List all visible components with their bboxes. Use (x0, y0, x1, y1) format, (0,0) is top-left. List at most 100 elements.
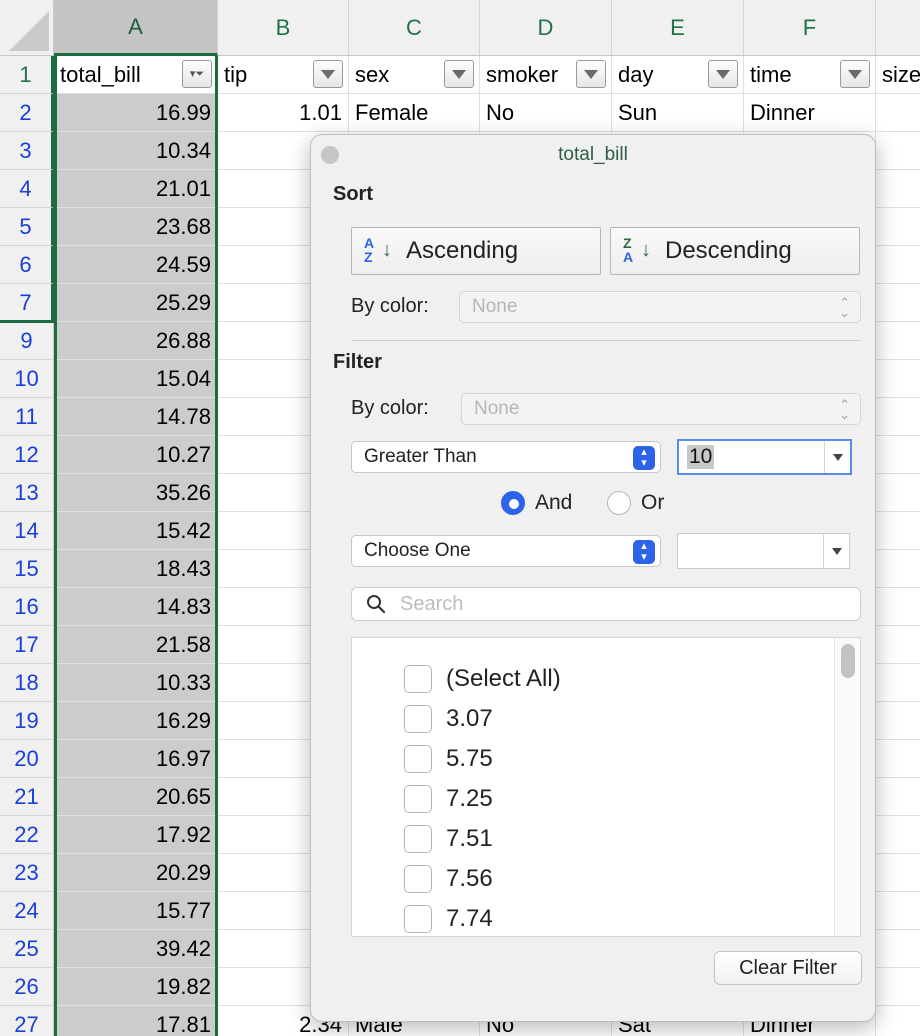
cell-size[interactable] (876, 626, 920, 664)
cell-total-bill[interactable]: 16.97 (54, 740, 218, 778)
filter-dropdown-button[interactable] (444, 60, 474, 88)
dropdown-arrow-icon[interactable] (823, 534, 849, 568)
row-header[interactable]: 7 (0, 284, 54, 322)
column-header-f[interactable]: F (744, 0, 876, 56)
checkbox[interactable] (404, 905, 432, 933)
column-header-blank[interactable] (876, 0, 920, 56)
row-header[interactable]: 27 (0, 1006, 54, 1036)
cell-size[interactable] (876, 930, 920, 968)
cell-size[interactable] (876, 816, 920, 854)
cell-size[interactable] (876, 1006, 920, 1036)
or-radio[interactable]: Or (607, 491, 664, 515)
dropdown-arrow-icon[interactable] (824, 441, 850, 473)
row-header[interactable]: 17 (0, 626, 54, 664)
row-header[interactable]: 18 (0, 664, 54, 702)
row-header[interactable]: 3 (0, 132, 54, 170)
sort-ascending-button[interactable]: A Z ↓ Ascending (351, 227, 601, 275)
checkbox[interactable] (404, 705, 432, 733)
sort-by-color-select[interactable]: None ⌃ ⌄ (459, 291, 861, 323)
cell-total-bill[interactable]: 20.65 (54, 778, 218, 816)
row-header[interactable]: 9 (0, 322, 54, 360)
row-header[interactable]: 13 (0, 474, 54, 512)
row-header[interactable]: 22 (0, 816, 54, 854)
cell-total-bill[interactable]: 10.27 (54, 436, 218, 474)
column-header-b[interactable]: B (218, 0, 349, 56)
cell-size[interactable] (876, 854, 920, 892)
row-header[interactable]: 21 (0, 778, 54, 816)
row-header[interactable]: 5 (0, 208, 54, 246)
cell-size[interactable] (876, 360, 920, 398)
column-header-a[interactable]: A (54, 0, 218, 56)
cell-size[interactable] (876, 740, 920, 778)
cell-size[interactable] (876, 436, 920, 474)
cell-smoker[interactable]: No (480, 94, 612, 132)
cell-total-bill[interactable]: 14.78 (54, 398, 218, 436)
cell-size[interactable] (876, 474, 920, 512)
condition1-select[interactable]: Greater Than ▴ ▾ (351, 441, 661, 473)
cell-size[interactable] (876, 550, 920, 588)
checkbox[interactable] (404, 665, 432, 693)
cell-size[interactable] (876, 702, 920, 740)
cell-size[interactable] (876, 322, 920, 360)
cell-total-bill[interactable]: 15.04 (54, 360, 218, 398)
row-header[interactable]: 16 (0, 588, 54, 626)
cell-total-bill[interactable]: 17.92 (54, 816, 218, 854)
cell-total-bill[interactable]: 39.42 (54, 930, 218, 968)
filter-dropdown-button[interactable] (708, 60, 738, 88)
checkbox[interactable] (404, 865, 432, 893)
checkbox[interactable] (404, 785, 432, 813)
value-list-item[interactable]: 3.07 (404, 704, 493, 734)
column-header-d[interactable]: D (480, 0, 612, 56)
cell-total-bill[interactable]: 16.99 (54, 94, 218, 132)
select-all-corner[interactable] (0, 0, 54, 56)
row-header[interactable]: 25 (0, 930, 54, 968)
cell-sex[interactable]: Female (349, 94, 480, 132)
row-header[interactable]: 20 (0, 740, 54, 778)
column-header-c[interactable]: C (349, 0, 480, 56)
value-list-item[interactable]: 7.25 (404, 784, 493, 814)
cell-total-bill[interactable]: 10.34 (54, 132, 218, 170)
cell-total-bill[interactable]: 19.82 (54, 968, 218, 1006)
row-header[interactable]: 15 (0, 550, 54, 588)
row-header[interactable]: 24 (0, 892, 54, 930)
row-header[interactable]: 1 (0, 56, 54, 94)
row-header[interactable]: 6 (0, 246, 54, 284)
cell-size[interactable] (876, 94, 920, 132)
filter-dropdown-button[interactable] (313, 60, 343, 88)
scrollbar[interactable] (834, 638, 860, 936)
value-list-item[interactable]: 7.74 (404, 904, 493, 934)
filter-active-button[interactable]: ▾⏷ (182, 60, 212, 88)
cell-total-bill[interactable]: 10.33 (54, 664, 218, 702)
and-radio[interactable]: And (501, 491, 572, 515)
cell-size[interactable] (876, 398, 920, 436)
cell-day[interactable]: Sun (612, 94, 744, 132)
row-header[interactable]: 4 (0, 170, 54, 208)
select-all-item[interactable]: (Select All) (404, 664, 561, 694)
scrollbar-thumb[interactable] (841, 644, 855, 678)
checkbox[interactable] (404, 745, 432, 773)
sort-descending-button[interactable]: Z A ↓ Descending (610, 227, 860, 275)
row-header[interactable]: 11 (0, 398, 54, 436)
cell-size[interactable] (876, 892, 920, 930)
filter-dropdown-button[interactable] (840, 60, 870, 88)
value-list-item[interactable]: 7.56 (404, 864, 493, 894)
condition2-select[interactable]: Choose One ▴ ▾ (351, 535, 661, 567)
cell-total-bill[interactable]: 21.01 (54, 170, 218, 208)
search-input[interactable]: Search (351, 587, 861, 621)
value2-combo[interactable] (677, 533, 850, 569)
checkbox[interactable] (404, 825, 432, 853)
cell-total-bill[interactable]: 17.81 (54, 1006, 218, 1036)
cell-total-bill[interactable]: 15.77 (54, 892, 218, 930)
cell-total-bill[interactable]: 15.42 (54, 512, 218, 550)
row-header[interactable]: 26 (0, 968, 54, 1006)
column-header-e[interactable]: E (612, 0, 744, 56)
row-header[interactable]: 12 (0, 436, 54, 474)
cell-size[interactable] (876, 284, 920, 322)
cell-total-bill[interactable]: 35.26 (54, 474, 218, 512)
cell-total-bill[interactable]: 24.59 (54, 246, 218, 284)
row-header[interactable]: 10 (0, 360, 54, 398)
filter-by-color-select[interactable]: None ⌃ ⌄ (461, 393, 861, 425)
value-list-item[interactable]: 5.75 (404, 744, 493, 774)
cell-size[interactable] (876, 968, 920, 1006)
cell-total-bill[interactable]: 23.68 (54, 208, 218, 246)
